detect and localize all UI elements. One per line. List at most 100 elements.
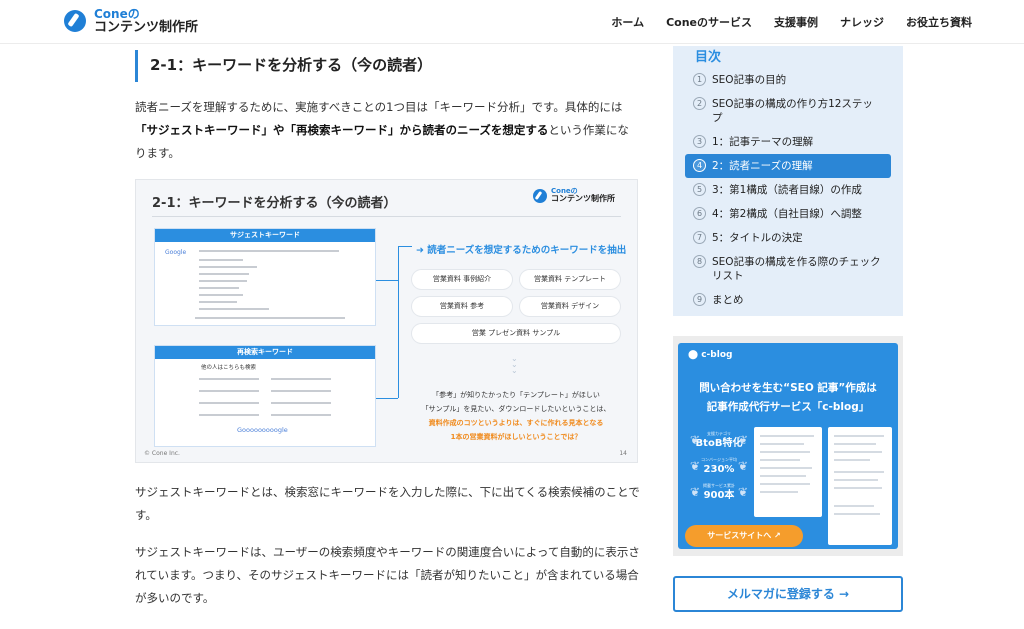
- toc-item[interactable]: 8 SEO記事の構成を作る際のチェックリスト: [685, 250, 891, 288]
- ad-brand-label: c-blog: [701, 350, 733, 360]
- logo-line1: Coneの: [94, 7, 140, 21]
- related-line: [271, 402, 331, 404]
- suggest-line: [199, 273, 249, 275]
- related-line: [271, 390, 331, 392]
- ad-brand: ⬤ c-blog: [688, 350, 733, 360]
- figure-page-number: 14: [619, 450, 627, 457]
- nav-services[interactable]: Coneのサービス: [666, 14, 752, 30]
- toc-number: 7: [693, 231, 706, 244]
- cone-logo-icon: [533, 188, 547, 203]
- toc-item[interactable]: 1 SEO記事の目的: [685, 68, 891, 92]
- toc-label: 2：読者ニーズの理解: [712, 160, 813, 172]
- keyword-chip: 営業資料 テンプレート: [520, 270, 620, 289]
- toc-item[interactable]: 2 SEO記事の構成の作り方12ステップ: [685, 92, 891, 130]
- google-logo-bottom: Gooooooooogle: [237, 426, 288, 434]
- search-box-line: [199, 250, 339, 252]
- chevron-down-icon: ⌄ ⌄ ⌄: [511, 354, 518, 375]
- figure-title: 2-1：キーワードを分析する（今の読者）: [152, 196, 397, 211]
- suggest-line: [199, 294, 243, 296]
- figure-logo: Coneの コンテンツ制作所: [533, 187, 615, 204]
- related-line: [199, 414, 259, 416]
- toc-number: 3: [693, 135, 706, 148]
- related-line: [199, 402, 259, 404]
- ad-headline-line2: 記事作成代行サービス「c-blog」: [706, 401, 870, 413]
- figure-logo-line2: コンテンツ制作所: [551, 194, 615, 204]
- related-line: [271, 378, 331, 380]
- toc-number: 5: [693, 183, 706, 196]
- related-line: [199, 378, 259, 380]
- related-line: [199, 390, 259, 392]
- figure-note: 「参考」が知りたかったり「テンプレート」がほしい 「サンプル」を見たい、ダウンロ…: [416, 388, 616, 444]
- keyword-chip: 営業資料 事例紹介: [412, 270, 512, 289]
- nav-home[interactable]: ホーム: [611, 14, 644, 30]
- toc-label: SEO記事の構成を作る際のチェックリスト: [712, 256, 881, 282]
- note-line3: 資料作成のコツというよりは、すぐに作れる見本となる: [428, 419, 604, 427]
- article-body: 2-1：キーワードを分析する（今の読者） 読者ニーズを理解するために、実施すべき…: [135, 46, 640, 610]
- service-site-button[interactable]: サービスサイトへ ↗: [685, 525, 803, 547]
- newsletter-signup-button[interactable]: メルマガに登録する →: [673, 576, 903, 612]
- keyword-chip: 営業 プレゼン資料 サンプル: [412, 324, 620, 343]
- suggest-line: [199, 308, 269, 310]
- intro-bold: 「サジェストキーワード」や「再検索キーワード」から読者のニーズを想定する: [135, 123, 549, 137]
- table-of-contents: 目次 1 SEO記事の目的 2 SEO記事の構成の作り方12ステップ 3 1：記事テー…: [673, 46, 903, 316]
- related-panel-sub: 他の人はこちらも検索: [201, 365, 257, 371]
- keyword-chip: 営業資料 参考: [412, 297, 512, 316]
- suggest-definition-paragraph: サジェストキーワードとは、検索窓にキーワードを入力した際に、下に出てくる検索候補…: [135, 485, 640, 522]
- site-header: Coneの コンテンツ制作所 ホーム Coneのサービス 支援事例 ナレッジ お…: [0, 0, 1024, 44]
- ad-badge: ❦ ❦ コンバージョン平均 230%: [690, 457, 748, 481]
- note-line2: 「サンプル」を見たい、ダウンロードしたいということは、: [421, 405, 611, 413]
- toc-label: SEO記事の目的: [712, 74, 787, 86]
- badge-caption: コンバージョン平均: [701, 457, 737, 462]
- toc-item[interactable]: 9 まとめ: [685, 288, 891, 312]
- related-keyword-panel: 再検索キーワード 他の人はこちらも検索 Gooooooooogle: [154, 345, 376, 447]
- toc-item[interactable]: 3 1：記事テーマの理解: [685, 130, 891, 154]
- suggest-line: [199, 259, 243, 261]
- toc-number: 4: [693, 159, 706, 172]
- site-logo[interactable]: Coneの コンテンツ制作所: [64, 8, 198, 34]
- toc-label: まとめ: [712, 294, 744, 306]
- nav-cases[interactable]: 支援事例: [774, 14, 818, 30]
- intro-text-1: 読者ニーズを理解するために、実施すべきことの1つ目は「キーワード分析」です。具体…: [135, 100, 623, 114]
- toc-item[interactable]: 5 3：第1構成（読者目線）の作成: [685, 178, 891, 202]
- toc-number: 2: [693, 97, 706, 110]
- suggest-explanation-paragraph: サジェストキーワードは、ユーザーの検索頻度やキーワードの関連度合いによって自動的…: [135, 545, 640, 605]
- toc-number: 6: [693, 207, 706, 220]
- suggest-panel-title: サジェストキーワード: [155, 229, 375, 242]
- sample-document-image: [754, 427, 822, 517]
- ad-headline: 問い合わせを生む“SEO 記事”作成は 記事作成代行サービス「c-blog」: [678, 379, 898, 417]
- ad-card: ⬤ c-blog 問い合わせを生む“SEO 記事”作成は 記事作成代行サービス「…: [678, 343, 898, 549]
- suggest-line: [199, 280, 247, 282]
- related-line: [271, 414, 331, 416]
- toc-item[interactable]: 6 4：第2構成（自社目線）へ調整: [685, 202, 891, 226]
- sample-document-image: [828, 427, 892, 545]
- connector-line: [376, 398, 398, 399]
- google-logo-mini: Google: [165, 249, 187, 256]
- nav-knowledge[interactable]: ナレッジ: [840, 14, 884, 30]
- toc-item-active[interactable]: 4 2：読者ニーズの理解: [685, 154, 891, 178]
- c-blog-ad-banner[interactable]: ⬤ c-blog 問い合わせを生む“SEO 記事”作成は 記事作成代行サービス「…: [673, 336, 903, 556]
- section-heading: 2-1：キーワードを分析する（今の読者）: [135, 50, 640, 82]
- toc-number: 8: [693, 255, 706, 268]
- keyword-chip: 営業資料 デザイン: [520, 297, 620, 316]
- toc-title: 目次: [695, 50, 722, 65]
- note-line1: 「参考」が知りたかったり「テンプレート」がほしい: [432, 391, 600, 399]
- cone-logo-icon: [64, 10, 86, 33]
- connector-line: [376, 280, 398, 281]
- figure-divider: [152, 216, 621, 217]
- ad-badge: ❦ ❦ 掲載サービス累計 900本: [690, 483, 748, 507]
- toc-label: SEO記事の構成の作り方12ステップ: [712, 98, 873, 124]
- suggest-line: [199, 287, 239, 289]
- toc-list: 1 SEO記事の目的 2 SEO記事の構成の作り方12ステップ 3 1：記事テーマの理…: [685, 68, 891, 312]
- suggest-footnote-line: [195, 317, 345, 319]
- nav-resources[interactable]: お役立ち資料: [906, 14, 972, 30]
- ad-headline-line1: 問い合わせを生む“SEO 記事”作成は: [699, 382, 877, 394]
- badge-caption: 支援カテゴリ: [707, 431, 731, 436]
- note-line4: 1本の営業資料がほしいということでは？: [450, 433, 582, 441]
- toc-item[interactable]: 7 5：タイトルの決定: [685, 226, 891, 250]
- figure-subheading: ➜ 読者ニーズを想定するためのキーワードを抽出: [416, 245, 627, 256]
- toc-label: 1：記事テーマの理解: [712, 136, 814, 148]
- intro-paragraph: 読者ニーズを理解するために、実施すべきことの1つ目は「キーワード分析」です。具体…: [135, 96, 640, 165]
- figure-copyright: © Cone Inc.: [144, 450, 180, 457]
- global-nav: ホーム Coneのサービス 支援事例 ナレッジ お役立ち資料: [611, 14, 972, 30]
- toc-number: 9: [693, 293, 706, 306]
